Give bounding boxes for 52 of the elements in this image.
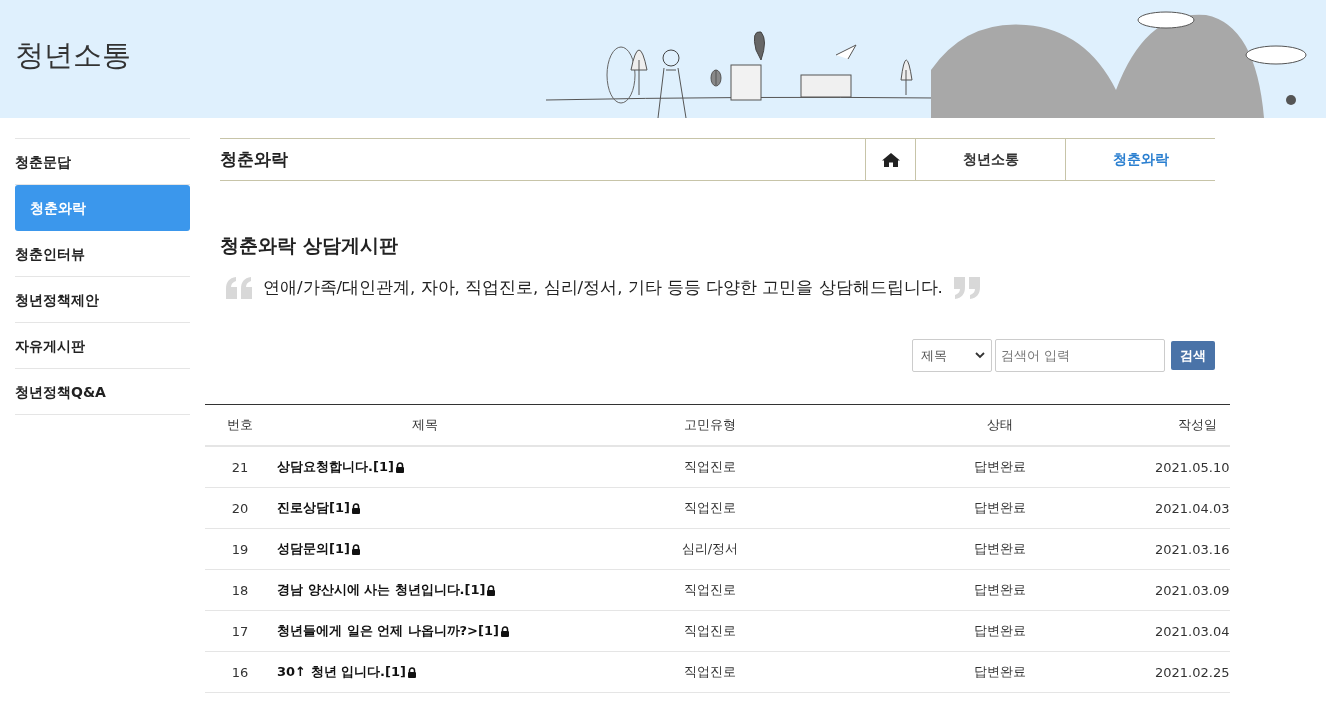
breadcrumb-link[interactable]: 청춘와락 <box>1065 139 1215 180</box>
status-text: 답변완료 <box>973 581 1027 599</box>
post-number: 20 <box>230 500 250 516</box>
status-text: 답변완료 <box>973 622 1027 640</box>
post-date: 2021.03.04 <box>1155 623 1231 639</box>
post-title-link[interactable]: 청년들에게 일은 언제 나옵니까?>[1] <box>275 622 575 640</box>
close-quote-icon <box>952 277 981 299</box>
open-quote-icon <box>225 277 253 299</box>
post-number: 19 <box>230 541 250 557</box>
search-button[interactable]: 검색 <box>1171 341 1215 370</box>
breadcrumb-link[interactable]: 청년소통 <box>915 139 1065 180</box>
concern-type: 직업진로 <box>683 622 737 640</box>
sidebar-item[interactable]: 청춘인터뷰 <box>15 231 190 277</box>
post-number: 21 <box>230 459 250 475</box>
post-date: 2021.03.09 <box>1155 582 1231 598</box>
post-title-link[interactable]: 30↑ 청년 입니다.[1] <box>275 663 575 681</box>
post-title-link[interactable]: 상담요청합니다.[1] <box>275 458 575 476</box>
board-description: 연애/가족/대인관계, 자아, 직업진로, 심리/정서, 기타 등등 다양한 고민을 상담해드립니다. <box>263 277 943 299</box>
page-title: 청춘와락 <box>220 148 289 171</box>
column-header: 번호 <box>226 416 254 434</box>
status-text: 답변완료 <box>973 540 1027 558</box>
column-header: 작성일 <box>1177 416 1218 434</box>
search-type-select[interactable]: 제목 <box>912 339 992 372</box>
concern-type: 직업진로 <box>683 581 737 599</box>
post-date: 2021.02.25 <box>1155 664 1231 680</box>
post-title-link[interactable]: 경남 양산시에 사는 청년입니다.[1] <box>275 581 575 599</box>
sidebar-item[interactable]: 청년정책Q&A <box>15 369 190 415</box>
post-number: 18 <box>230 582 250 598</box>
post-date: 2021.05.10 <box>1155 459 1231 475</box>
status-text: 답변완료 <box>973 458 1027 476</box>
status-text: 답변완료 <box>973 663 1027 681</box>
sidebar-item[interactable]: 자유게시판 <box>15 323 190 369</box>
search-field[interactable]: 검색어 입력 <box>995 339 1165 372</box>
site-title: 청년소통 <box>15 37 131 74</box>
column-header: 상태 <box>986 416 1014 434</box>
status-text: 답변완료 <box>973 499 1027 517</box>
home-icon <box>881 152 900 167</box>
sidebar-item[interactable]: 청년정책제안 <box>15 277 190 323</box>
post-title-link[interactable]: 성담문의[1] <box>275 540 575 558</box>
post-date: 2021.03.16 <box>1155 541 1231 557</box>
post-date: 2021.04.03 <box>1155 500 1231 516</box>
board-title: 청춘와락 상담게시판 <box>220 233 399 258</box>
post-title-link[interactable]: 진로상담[1] <box>275 499 575 517</box>
post-number: 16 <box>230 664 250 680</box>
concern-type: 심리/정서 <box>680 540 740 558</box>
post-number: 17 <box>230 623 250 639</box>
concern-type: 직업진로 <box>683 458 737 476</box>
column-header: 제목 <box>411 416 439 434</box>
concern-type: 직업진로 <box>683 499 737 517</box>
concern-type: 직업진로 <box>683 663 737 681</box>
chevron-down-icon <box>975 352 985 359</box>
column-header: 고민유형 <box>683 416 737 434</box>
